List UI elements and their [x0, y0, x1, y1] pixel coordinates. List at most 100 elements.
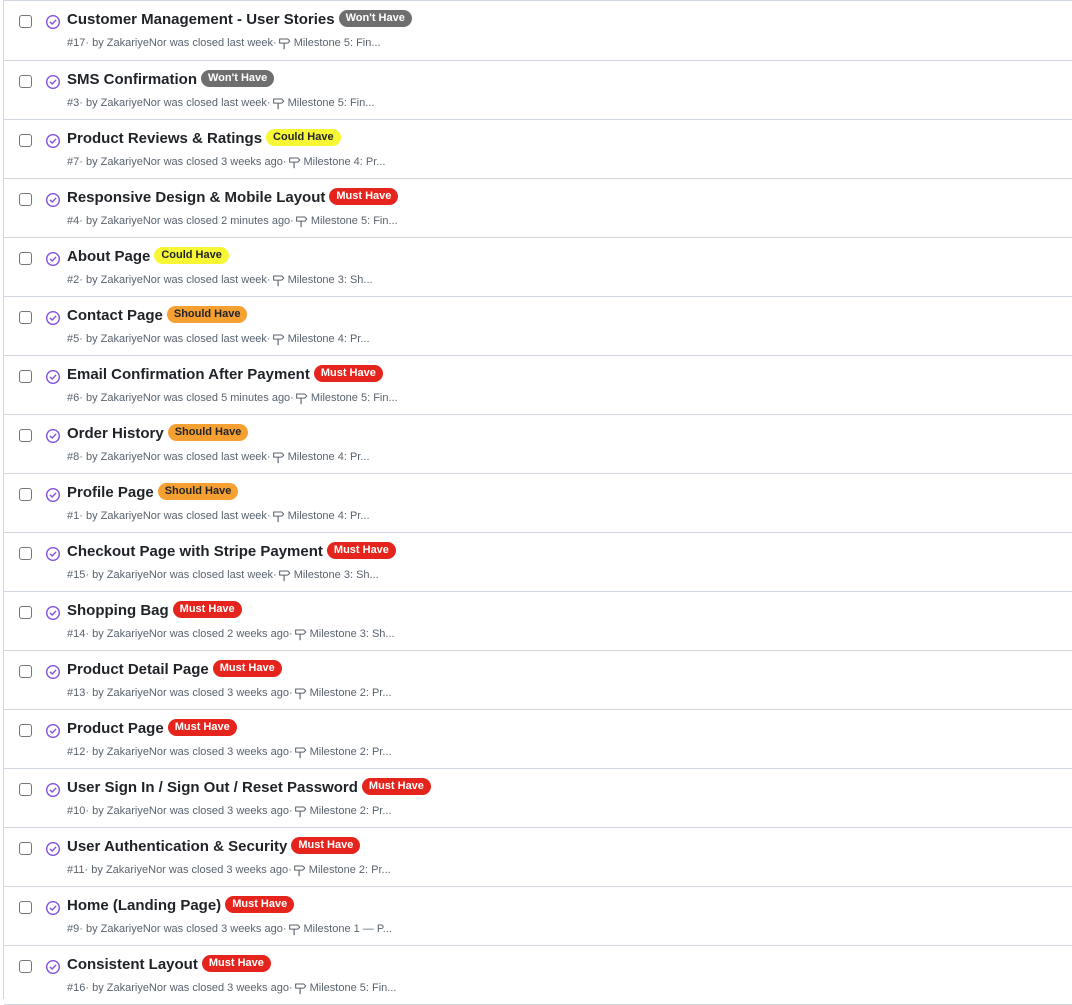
issue-row[interactable]: User Sign In / Sign Out / Reset Password… — [4, 769, 1072, 828]
milestone-link[interactable]: Milestone 3: Sh... — [310, 627, 395, 641]
issue-title-link[interactable]: About Page — [67, 247, 150, 267]
select-checkbox[interactable] — [19, 193, 32, 206]
issue-row[interactable]: Contact Page Should Have #5 · by Zakariy… — [4, 297, 1072, 356]
issue-number: #5 — [67, 333, 80, 345]
milestone-link[interactable]: Milestone 2: Pr... — [310, 804, 392, 818]
milestone-link[interactable]: Milestone 4: Pr... — [288, 450, 370, 464]
milestone-link[interactable]: Milestone 2: Pr... — [310, 745, 392, 759]
issue-row[interactable]: Shopping Bag Must Have #14 · by Zakariye… — [4, 592, 1072, 651]
priority-label[interactable]: Could Have — [266, 128, 341, 146]
priority-label[interactable]: Must Have — [329, 187, 399, 205]
milestone-icon — [272, 511, 284, 522]
priority-label[interactable]: Must Have — [201, 954, 271, 972]
issue-title-link[interactable]: Contact Page — [67, 306, 163, 326]
issue-row[interactable]: Responsive Design & Mobile Layout Must H… — [4, 179, 1072, 238]
priority-label[interactable]: Must Have — [326, 541, 396, 559]
select-checkbox[interactable] — [19, 724, 32, 737]
issue-meta: #12 · by ZakariyeNor was closed 3 weeks … — [67, 745, 392, 759]
issue-number: #7 — [67, 156, 80, 168]
priority-label[interactable]: Should Have — [157, 482, 239, 500]
issue-row[interactable]: Product Reviews & Ratings Could Have #7 … — [4, 120, 1072, 179]
issue-row[interactable]: Customer Management - User Stories Won't… — [4, 1, 1072, 61]
issue-meta: #3 · by ZakariyeNor was closed last week… — [67, 96, 374, 110]
closed-check-circle-icon — [45, 428, 61, 444]
issue-title-link[interactable]: Profile Page — [67, 483, 154, 503]
issue-row[interactable]: SMS Confirmation Won't Have #3 · by Zaka… — [4, 61, 1072, 120]
issue-title-link[interactable]: User Sign In / Sign Out / Reset Password — [67, 778, 358, 798]
issue-title-line: User Authentication & Security Must Have — [67, 836, 361, 857]
priority-label[interactable]: Must Have — [212, 659, 282, 677]
milestone-link[interactable]: Milestone 4: Pr... — [288, 332, 370, 346]
priority-label[interactable]: Won't Have — [201, 69, 275, 87]
select-checkbox[interactable] — [19, 134, 32, 147]
issue-row[interactable]: User Authentication & Security Must Have… — [4, 828, 1072, 887]
issue-title-link[interactable]: Customer Management - User Stories — [67, 10, 335, 30]
priority-label[interactable]: Should Have — [166, 305, 248, 323]
issue-row[interactable]: Product Page Must Have #12 · by Zakariye… — [4, 710, 1072, 769]
issue-closed-info: · by ZakariyeNor was closed 3 weeks ago· — [85, 746, 293, 758]
select-checkbox[interactable] — [19, 842, 32, 855]
issue-number: #4 — [67, 215, 80, 227]
issue-title-link[interactable]: Product Page — [67, 719, 164, 739]
issue-title-line: About Page Could Have — [67, 246, 229, 267]
issue-title-link[interactable]: SMS Confirmation — [67, 70, 197, 90]
milestone-link[interactable]: Milestone 4: Pr... — [288, 509, 370, 523]
priority-label[interactable]: Won't Have — [338, 9, 412, 27]
select-checkbox[interactable] — [19, 370, 32, 383]
issue-row[interactable]: Order History Should Have #8 · by Zakari… — [4, 415, 1072, 474]
issue-row[interactable]: About Page Could Have #2 · by ZakariyeNo… — [4, 238, 1072, 297]
issue-title-link[interactable]: Product Detail Page — [67, 660, 209, 680]
priority-label[interactable]: Must Have — [361, 777, 431, 795]
issue-title-link[interactable]: Consistent Layout — [67, 955, 198, 975]
issue-row[interactable]: Email Confirmation After Payment Must Ha… — [4, 356, 1072, 415]
select-checkbox[interactable] — [19, 75, 32, 88]
select-checkbox[interactable] — [19, 960, 32, 973]
issue-title-link[interactable]: Order History — [67, 424, 164, 444]
milestone-link[interactable]: Milestone 3: Sh... — [288, 273, 373, 287]
milestone-link[interactable]: Milestone 3: Sh... — [294, 568, 379, 582]
priority-label[interactable]: Must Have — [291, 836, 361, 854]
issue-row[interactable]: Checkout Page with Stripe Payment Must H… — [4, 533, 1072, 592]
issue-title-link[interactable]: Checkout Page with Stripe Payment — [67, 542, 323, 562]
issue-title-link[interactable]: Email Confirmation After Payment — [67, 365, 310, 385]
select-checkbox[interactable] — [19, 15, 32, 28]
select-checkbox[interactable] — [19, 783, 32, 796]
milestone-link[interactable]: Milestone 5: Fin... — [288, 96, 375, 110]
issue-title-link[interactable]: Shopping Bag — [67, 601, 169, 621]
issue-closed-info: · by ZakariyeNor was closed 3 weeks ago· — [85, 982, 293, 994]
milestone-icon — [278, 570, 291, 581]
select-checkbox[interactable] — [19, 429, 32, 442]
milestone-link[interactable]: Milestone 1 — P... — [304, 922, 392, 936]
select-checkbox[interactable] — [19, 665, 32, 678]
milestone-link[interactable]: Milestone 2: Pr... — [309, 863, 391, 877]
issue-title-link[interactable]: User Authentication & Security — [67, 837, 287, 857]
milestone-link[interactable]: Milestone 2: Pr... — [310, 686, 392, 700]
closed-check-circle-icon — [45, 782, 61, 798]
priority-label[interactable]: Must Have — [167, 718, 237, 736]
issue-row[interactable]: Product Detail Page Must Have #13 · by Z… — [4, 651, 1072, 710]
milestone-link[interactable]: Milestone 5: Fin... — [310, 981, 397, 995]
issue-title-link[interactable]: Product Reviews & Ratings — [67, 129, 262, 149]
select-checkbox[interactable] — [19, 311, 32, 324]
issue-row[interactable]: Consistent Layout Must Have #16 · by Zak… — [4, 946, 1072, 1005]
priority-label[interactable]: Should Have — [167, 423, 249, 441]
select-checkbox[interactable] — [19, 901, 32, 914]
issue-row[interactable]: Home (Landing Page) Must Have #9 · by Za… — [4, 887, 1072, 946]
milestone-link[interactable]: Milestone 5: Fin... — [294, 36, 381, 50]
priority-label[interactable]: Could Have — [154, 246, 229, 264]
milestone-link[interactable]: Milestone 5: Fin... — [311, 391, 398, 405]
select-checkbox[interactable] — [19, 606, 32, 619]
issue-title-link[interactable]: Responsive Design & Mobile Layout — [67, 188, 325, 208]
issue-row[interactable]: Profile Page Should Have #1 · by Zakariy… — [4, 474, 1072, 533]
issue-number: #17 — [67, 37, 86, 49]
select-checkbox[interactable] — [19, 252, 32, 265]
priority-label[interactable]: Must Have — [172, 600, 242, 618]
milestone-link[interactable]: Milestone 4: Pr... — [304, 155, 386, 169]
select-checkbox[interactable] — [19, 488, 32, 501]
priority-label[interactable]: Must Have — [225, 895, 295, 913]
select-checkbox[interactable] — [19, 547, 32, 560]
priority-label[interactable]: Must Have — [313, 364, 383, 382]
milestone-link[interactable]: Milestone 5: Fin... — [311, 214, 398, 228]
closed-check-circle-icon — [45, 133, 61, 149]
issue-title-link[interactable]: Home (Landing Page) — [67, 896, 221, 916]
